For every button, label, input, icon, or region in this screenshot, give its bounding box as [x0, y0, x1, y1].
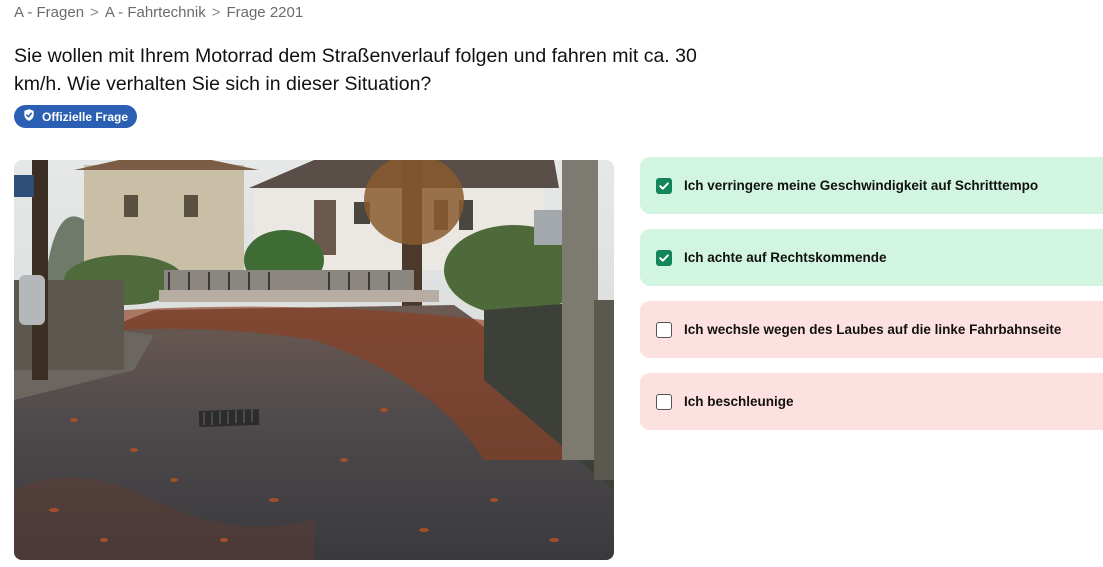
answer-label: Ich achte auf Rechtskommende — [684, 250, 887, 265]
breadcrumb-item-current: Frage 2201 — [226, 4, 304, 21]
question-text: Sie wollen mit Ihrem Motorrad dem Straße… — [14, 45, 697, 95]
breadcrumb-separator: > — [90, 4, 99, 21]
breadcrumb-separator: > — [211, 4, 221, 21]
answer-list: Ich verringere meine Geschwindigkeit auf… — [640, 157, 1103, 445]
answer-option-4[interactable]: Ich beschleunige — [640, 373, 1103, 430]
breadcrumb: A - Fragen > A - Fahrtechnik > Frage 220… — [14, 4, 303, 21]
answer-label: Ich verringere meine Geschwindigkeit auf… — [684, 178, 1039, 193]
official-question-badge: Offizielle Frage — [14, 105, 138, 128]
checkbox-checked-icon[interactable] — [656, 177, 672, 194]
badge-label: Offizielle Frage — [42, 109, 129, 124]
answer-option-1[interactable]: Ich verringere meine Geschwindigkeit auf… — [640, 157, 1103, 214]
shield-check-icon — [22, 108, 36, 125]
answer-option-2[interactable]: Ich achte auf Rechtskommende — [640, 229, 1103, 286]
answer-label: Ich beschleunige — [684, 394, 794, 409]
checkbox-checked-icon[interactable] — [656, 249, 672, 266]
answer-label: Ich wechsle wegen des Laubes auf die lin… — [684, 322, 1062, 337]
breadcrumb-item-fahrtechnik[interactable]: A - Fahrtechnik — [105, 4, 206, 21]
answer-option-3[interactable]: Ich wechsle wegen des Laubes auf die lin… — [640, 301, 1103, 358]
situation-photo — [14, 160, 614, 560]
checkbox-unchecked-icon[interactable] — [656, 321, 672, 338]
checkbox-unchecked-icon[interactable] — [656, 393, 672, 410]
breadcrumb-item-a-fragen[interactable]: A - Fragen — [14, 4, 84, 21]
